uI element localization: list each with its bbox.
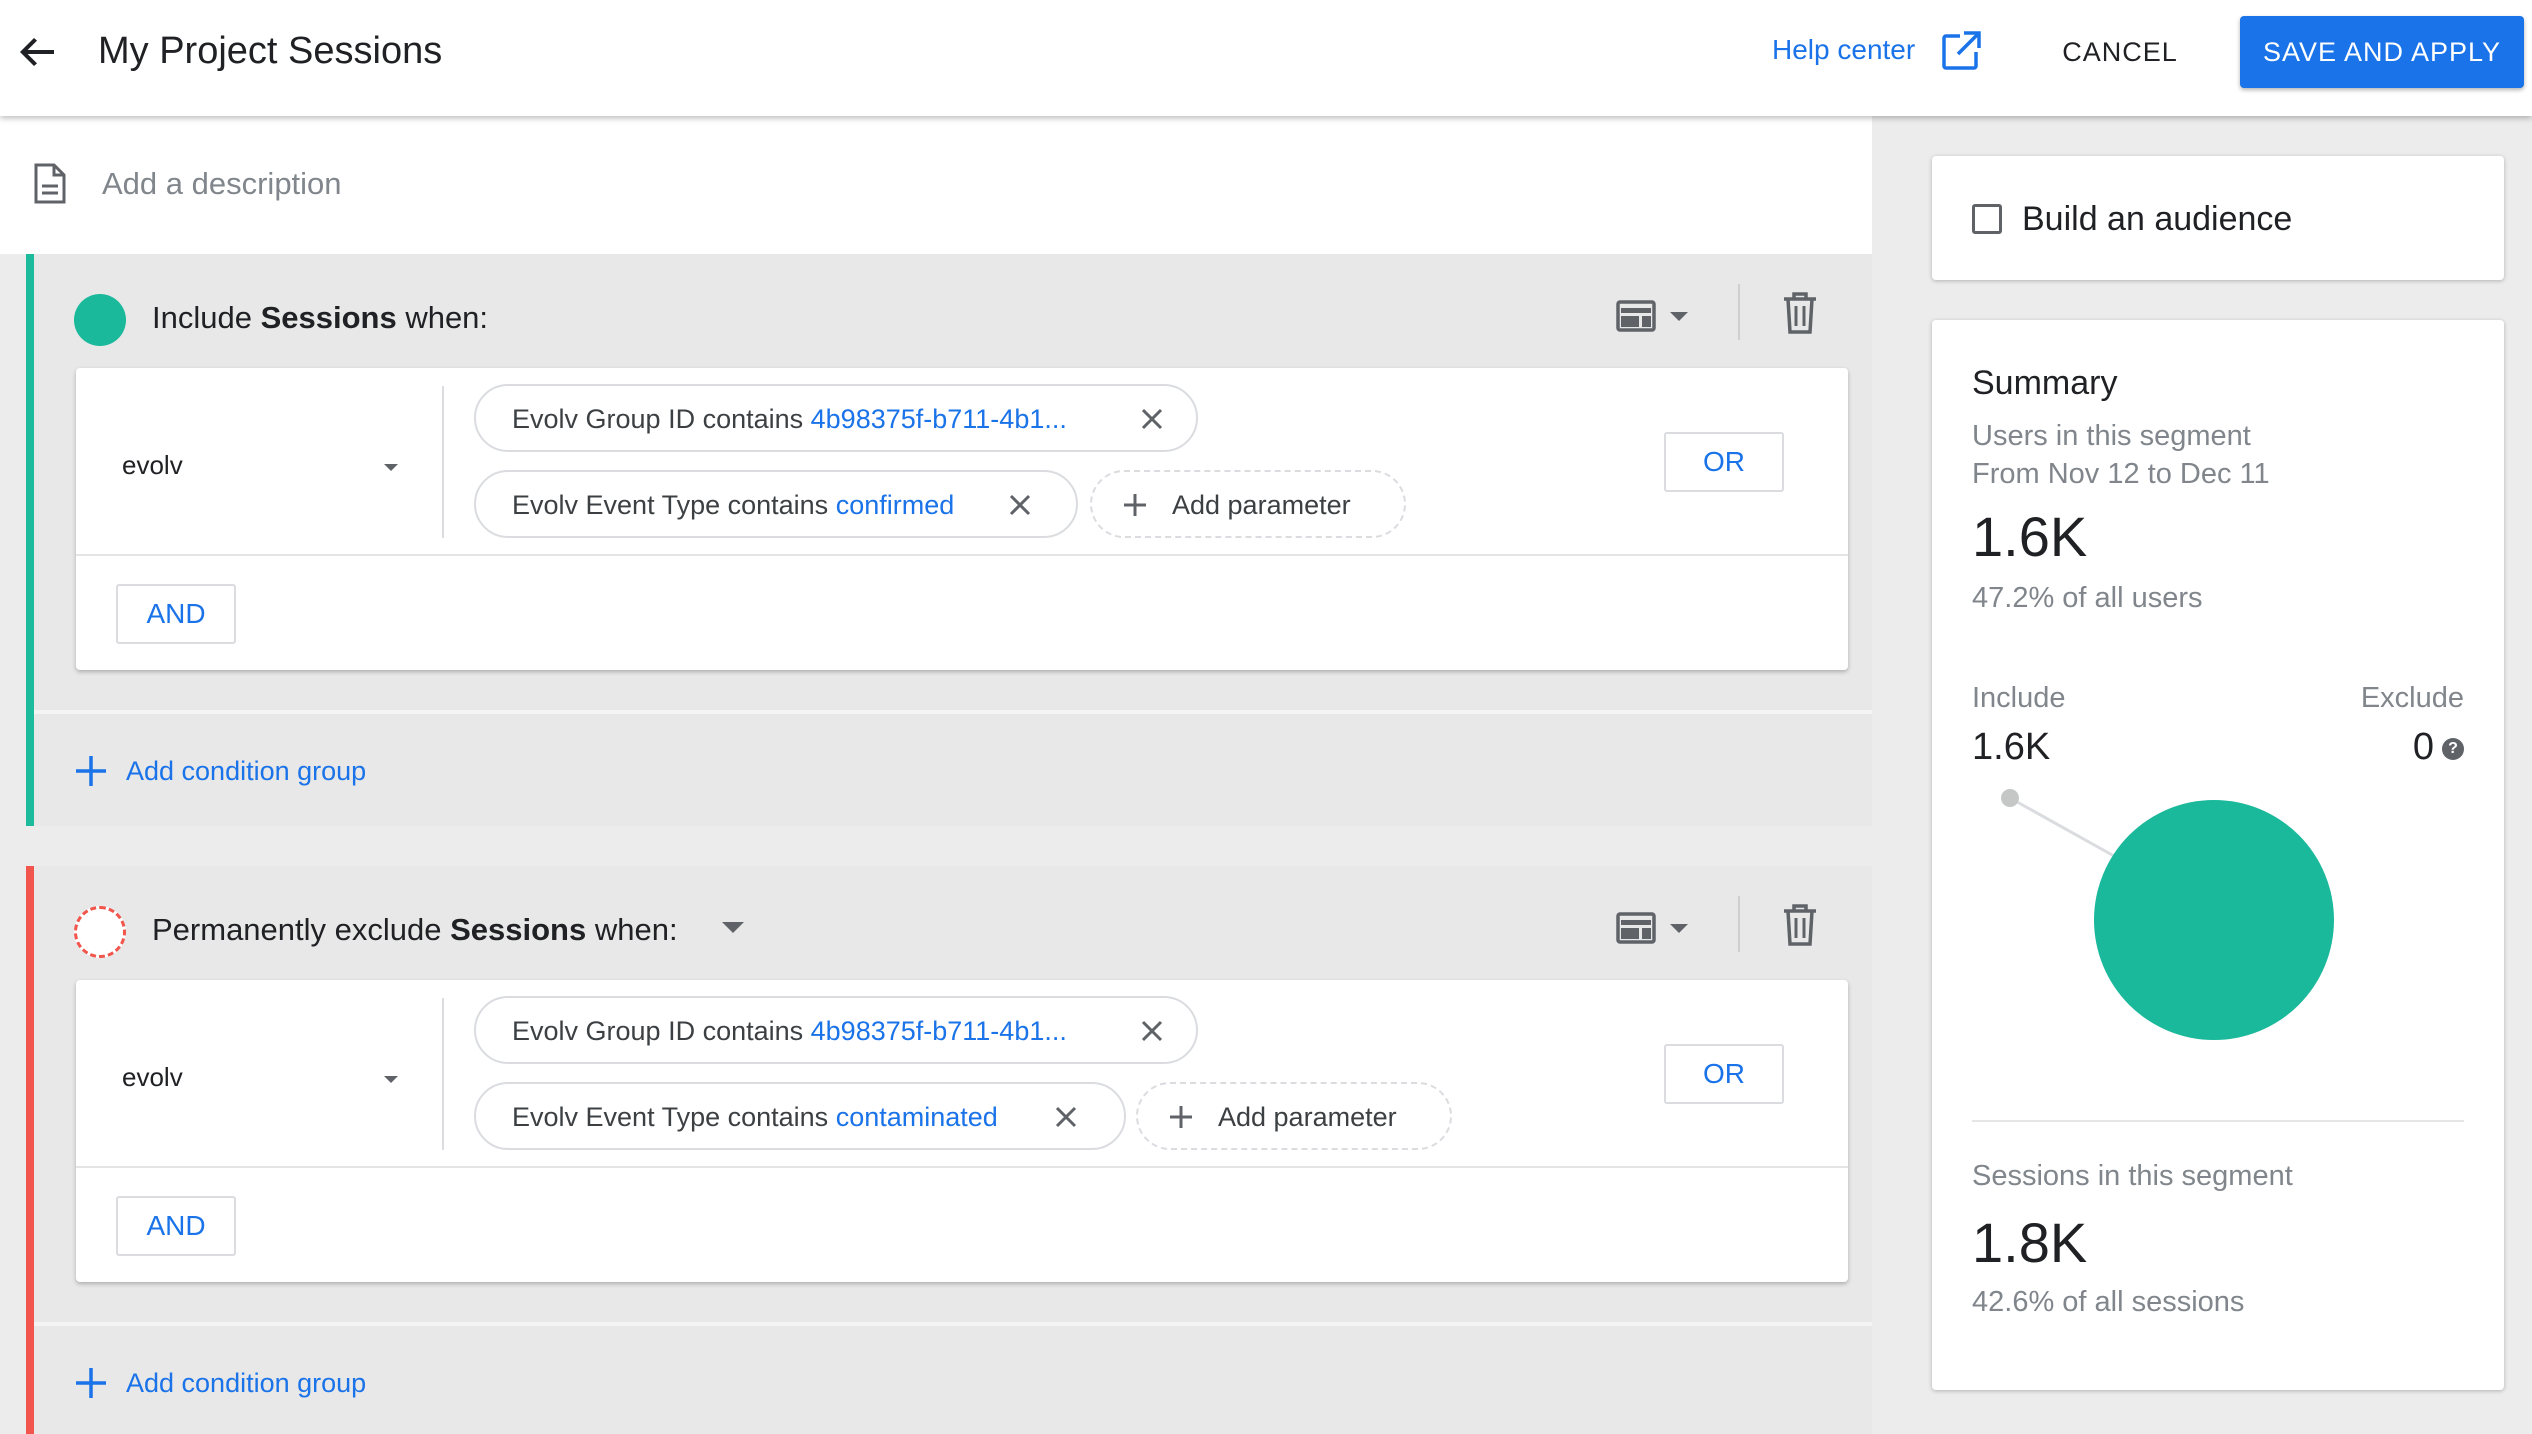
exclude-status-dot xyxy=(74,906,126,958)
view-options-icon[interactable] xyxy=(1614,294,1658,338)
group-title: Include Sessions when: xyxy=(152,300,489,335)
include-value: 1.6K xyxy=(1972,726,2051,768)
condition-card: evolv Evolv Group ID contains 4b98375f-b… xyxy=(76,368,1848,670)
condition-divider xyxy=(442,998,444,1150)
save-and-apply-button[interactable]: SAVE AND APPLY xyxy=(2240,16,2524,88)
condition-chip[interactable]: Evolv Group ID contains 4b98375f-b711-4b… xyxy=(474,996,1198,1064)
condition-chip[interactable]: Evolv Group ID contains 4b98375f-b711-4b… xyxy=(474,384,1198,452)
delete-icon[interactable] xyxy=(1780,902,1820,948)
delete-icon[interactable] xyxy=(1780,290,1820,336)
add-condition-group-label: Add condition group xyxy=(126,756,367,786)
and-button[interactable]: AND xyxy=(116,584,236,644)
chevron-down-icon xyxy=(384,1076,398,1083)
exclude-condition-group: Permanently exclude Sessions when: evolv… xyxy=(26,866,1872,1434)
back-arrow-icon[interactable] xyxy=(14,28,62,76)
dimension-select[interactable]: evolv xyxy=(76,998,414,1150)
sessions-label: Sessions in this segment xyxy=(1972,1160,2293,1192)
view-options-icon[interactable] xyxy=(1614,906,1658,950)
exclude-value: 0 xyxy=(2412,726,2434,768)
card-divider xyxy=(76,1166,1848,1168)
group-header: Include Sessions when: xyxy=(34,254,1872,364)
close-icon[interactable] xyxy=(1138,1017,1166,1045)
add-condition-group-label: Add condition group xyxy=(126,1368,367,1398)
condition-card: evolv Evolv Group ID contains 4b98375f-b… xyxy=(76,980,1848,1282)
description-row[interactable]: Add a description xyxy=(0,116,1872,254)
sessions-percentage: 42.6% of all sessions xyxy=(1972,1286,2245,1318)
view-options-caret-icon[interactable] xyxy=(1670,924,1688,933)
date-range: From Nov 12 to Dec 11 xyxy=(1972,458,2270,490)
top-app-bar: My Project Sessions Help center CANCEL S… xyxy=(0,0,2532,116)
include-pie-chart xyxy=(2001,789,2334,1040)
plus-icon xyxy=(76,756,106,786)
group-divider xyxy=(34,710,1872,714)
or-button[interactable]: OR xyxy=(1664,1044,1784,1104)
chip-value: contaminated xyxy=(835,1102,998,1132)
build-audience-card: Build an audience xyxy=(1932,156,2504,280)
chip-value: confirmed xyxy=(835,490,955,520)
page-title: My Project Sessions xyxy=(98,30,443,72)
chip-field: Evolv Group ID contains xyxy=(512,404,811,434)
document-icon xyxy=(34,163,66,204)
dimension-value: evolv xyxy=(122,1062,183,1092)
include-condition-group: Include Sessions when: evolv Evolv Group… xyxy=(26,254,1872,826)
help-icon[interactable]: ? xyxy=(2442,738,2464,760)
cancel-button[interactable]: CANCEL xyxy=(2040,18,2200,86)
and-button[interactable]: AND xyxy=(116,1196,236,1256)
header-divider xyxy=(1738,896,1740,952)
close-icon[interactable] xyxy=(1138,405,1166,433)
dimension-select[interactable]: evolv xyxy=(76,386,414,538)
plus-icon xyxy=(1170,1106,1192,1128)
pie-leader-dot xyxy=(2001,789,2019,807)
condition-chip[interactable]: Evolv Event Type contains confirmed xyxy=(474,470,1078,538)
view-options-caret-icon[interactable] xyxy=(1670,312,1688,321)
add-parameter-label: Add parameter xyxy=(1218,1102,1397,1132)
users-label: Users in this segment xyxy=(1972,420,2251,452)
chip-field: Evolv Event Type contains xyxy=(512,490,836,520)
group-header: Permanently exclude Sessions when: xyxy=(34,866,1872,976)
build-audience-label[interactable]: Build an audience xyxy=(2022,200,2292,239)
group-divider xyxy=(34,1322,1872,1326)
chip-field: Evolv Event Type contains xyxy=(512,1102,836,1132)
build-audience-checkbox[interactable] xyxy=(1972,204,2002,234)
group-title: Permanently exclude Sessions when: xyxy=(152,912,678,947)
plus-icon xyxy=(76,1368,106,1398)
summary-card: Summary Users in this segment From Nov 1… xyxy=(1932,320,2504,1390)
add-parameter-button[interactable]: Add parameter xyxy=(1090,470,1406,538)
summary-divider xyxy=(1972,1120,2464,1122)
chip-field: Evolv Group ID contains xyxy=(512,1016,811,1046)
include-label: Include xyxy=(1972,682,2066,714)
chevron-down-icon xyxy=(384,464,398,471)
add-parameter-button[interactable]: Add parameter xyxy=(1136,1082,1452,1150)
summary-title: Summary xyxy=(1972,364,2118,402)
exclude-mode-caret-icon[interactable] xyxy=(722,922,744,933)
open-in-new-icon[interactable] xyxy=(1940,30,1982,72)
include-status-dot xyxy=(74,294,126,346)
chip-value: 4b98375f-b711-4b1... xyxy=(810,404,1067,434)
dimension-value: evolv xyxy=(122,450,183,480)
close-icon[interactable] xyxy=(1006,491,1034,519)
help-center-link[interactable]: Help center xyxy=(1772,34,1915,66)
exclude-label: Exclude xyxy=(2360,682,2464,714)
users-value: 1.6K xyxy=(1972,505,2088,568)
users-percentage: 47.2% of all users xyxy=(1972,582,2203,614)
card-divider xyxy=(76,554,1848,556)
close-icon[interactable] xyxy=(1052,1103,1080,1131)
add-parameter-label: Add parameter xyxy=(1172,490,1351,520)
description-placeholder[interactable]: Add a description xyxy=(102,166,342,202)
condition-chip[interactable]: Evolv Event Type contains contaminated xyxy=(474,1082,1126,1150)
or-button[interactable]: OR xyxy=(1664,432,1784,492)
plus-icon xyxy=(1124,494,1146,516)
condition-divider xyxy=(442,386,444,538)
chip-value: 4b98375f-b711-4b1... xyxy=(810,1016,1067,1046)
header-divider xyxy=(1738,284,1740,340)
sessions-value: 1.8K xyxy=(1972,1211,2088,1274)
pie-slice-include xyxy=(2094,800,2334,1040)
pie-leader-line xyxy=(2009,796,2115,858)
